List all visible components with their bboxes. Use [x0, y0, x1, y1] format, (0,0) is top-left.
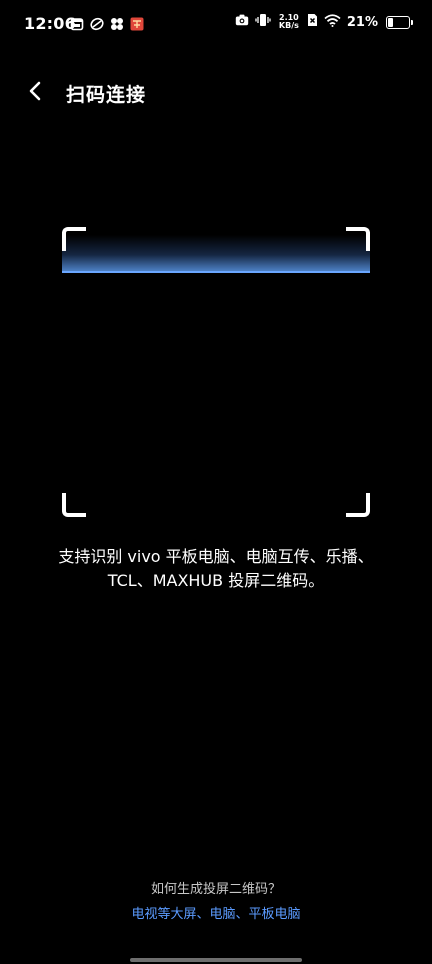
back-button[interactable] [20, 78, 50, 108]
scan-corner-bottom-right [346, 493, 370, 517]
scan-corner-top-right [346, 227, 370, 251]
help-question: 如何生成投屏二维码？ [150, 882, 281, 897]
support-text: 支持识别 vivo 平板电脑、电脑互传、乐播、 TCL、MAXHUB 投屏二维码… [0, 545, 432, 593]
status-bar: 12:06 2.10 KB/s 21% [0, 0, 432, 50]
wallet-icon [90, 16, 104, 31]
scan-corner-top-left [62, 227, 86, 251]
support-text-line-2: TCL、MAXHUB 投屏二维码。 [107, 571, 325, 590]
battery-level [388, 17, 393, 27]
battery-text: 21% [346, 14, 378, 30]
scan-frame [62, 227, 370, 517]
net-speed-unit: KB/s [278, 21, 299, 30]
page-title: 扫码连接 [66, 84, 147, 106]
status-time: 12:06 [24, 14, 76, 33]
battery-icon [386, 15, 413, 29]
calendar-icon [70, 16, 84, 31]
scan-corner-bottom-left [62, 493, 86, 517]
scan-line [62, 235, 370, 273]
wifi-icon [324, 13, 341, 31]
home-indicator[interactable] [130, 958, 302, 962]
vibrate-icon [255, 13, 271, 31]
app-badge-icon [130, 16, 144, 31]
notification-icons [70, 16, 144, 31]
pinwheel-icon [110, 16, 124, 30]
sim-off-icon [307, 13, 318, 31]
network-speed: 2.10 KB/s [279, 14, 299, 30]
support-text-line-1: 支持识别 vivo 平板电脑、电脑互传、乐播、 [58, 547, 374, 566]
camera-icon [235, 14, 249, 30]
help-link[interactable]: 电视等大屏、电脑、平板电脑 [0, 903, 432, 922]
header: 扫码连接 [0, 70, 432, 116]
chevron-left-icon [27, 80, 43, 106]
system-icons: 2.10 KB/s 21% [235, 13, 413, 31]
